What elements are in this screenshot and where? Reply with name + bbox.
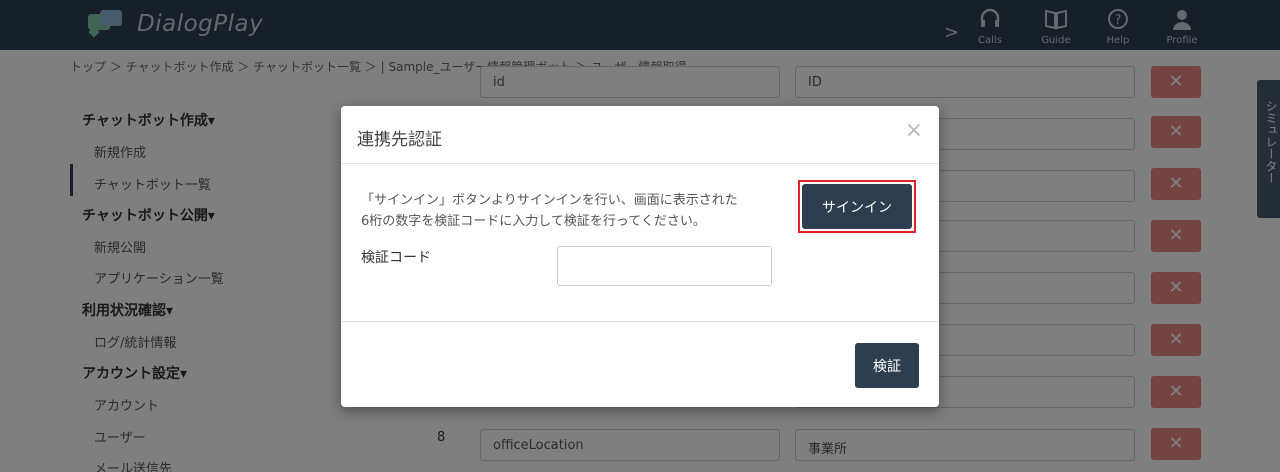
description-line-2: 6桁の数字を検証コードに入力して検証を行ってください。 xyxy=(361,214,706,229)
dialog-header: 連携先認証 × xyxy=(341,106,939,164)
description-line-1: 「サインイン」ボタンよりサインインを行い、画面に表示された xyxy=(361,193,738,208)
auth-dialog: 連携先認証 × 「サインイン」ボタンよりサインインを行い、画面に表示された 6桁… xyxy=(341,106,939,407)
dialog-footer: 検証 xyxy=(341,321,939,407)
close-icon[interactable]: × xyxy=(905,118,923,143)
verify-button[interactable]: 検証 xyxy=(855,343,919,388)
signin-highlight: サインイン xyxy=(798,180,916,233)
verification-code-label: 検証コード xyxy=(361,250,431,266)
dialog-description: 「サインイン」ボタンよりサインインを行い、画面に表示された 6桁の数字を検証コー… xyxy=(361,190,781,232)
signin-button[interactable]: サインイン xyxy=(802,184,912,229)
dialog-title: 連携先認証 xyxy=(357,130,442,150)
verification-code-input[interactable] xyxy=(557,246,772,286)
